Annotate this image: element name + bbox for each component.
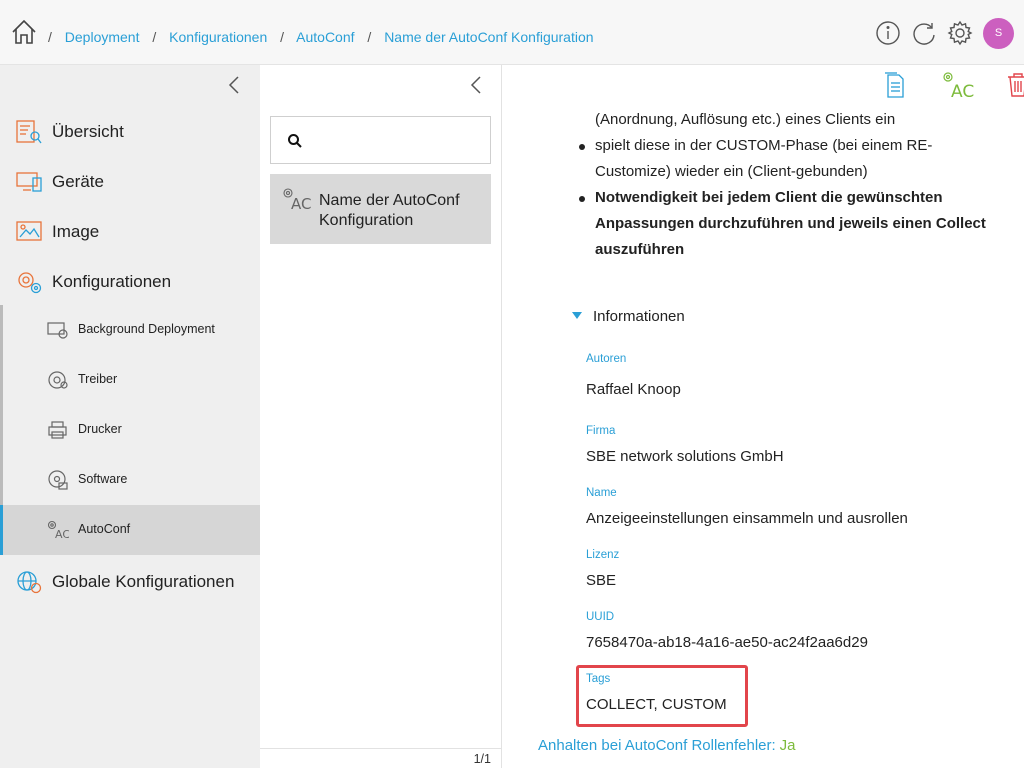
- trash-icon[interactable]: [1004, 71, 1024, 99]
- field-value-name: Anzeigeeinstellungen einsammeln und ausr…: [586, 510, 908, 527]
- sidebar-item-konfigurationen[interactable]: Konfigurationen: [0, 257, 260, 307]
- autoconf-icon: AC: [283, 188, 311, 213]
- bullet-dot: [579, 196, 585, 202]
- breadcrumb-current[interactable]: Name der AutoConf Konfiguration: [384, 29, 593, 45]
- sidebar-subitem-autoconf[interactable]: AC AutoConf: [0, 505, 260, 555]
- autoconf-run-icon[interactable]: AC: [942, 71, 976, 99]
- devices-icon: [16, 172, 42, 192]
- description-line: spielt diese in der CUSTOM-Phase (bei ei…: [579, 133, 1005, 159]
- gears-icon: [18, 272, 42, 294]
- driver-icon: [48, 371, 68, 389]
- field-value-tags: COLLECT, CUSTOM: [586, 696, 727, 713]
- search-box: [270, 116, 491, 164]
- home-icon[interactable]: [10, 18, 38, 46]
- sidebar-subitem-treiber[interactable]: Treiber: [0, 355, 260, 405]
- field-value-uuid: 7658470a-ab18-4a16-ae50-ac24f2aa6d29: [586, 634, 868, 651]
- informationen-toggle[interactable]: Informationen: [572, 308, 685, 325]
- list-item-label: Name der AutoConf Konfiguration: [319, 192, 460, 229]
- sidebar-subitem-software[interactable]: Software: [0, 455, 260, 505]
- description-line: Anpassungen durchzuführen und jeweils ei…: [595, 215, 986, 232]
- description-list: (Anordnung, Auflösung etc.) eines Client…: [579, 107, 1005, 263]
- field-label-firma: Firma: [586, 425, 616, 437]
- chevron-left-icon[interactable]: [468, 75, 484, 95]
- detail-panel: AC (Anordnung, Auflösung etc.) eines Cli…: [502, 65, 1024, 768]
- avatar[interactable]: S: [983, 17, 1014, 49]
- overview-icon: [16, 120, 42, 144]
- field-label-name: Name: [586, 487, 617, 499]
- list-footer: 1/1: [260, 748, 501, 768]
- svg-text:AC: AC: [291, 195, 311, 213]
- image-icon: [16, 221, 42, 241]
- header-actions: S: [875, 17, 1014, 49]
- software-icon: [48, 470, 68, 490]
- sidebar-item-geraete[interactable]: Geräte: [0, 157, 260, 207]
- sidebar-item-globale-konfigurationen[interactable]: Globale Konfigurationen: [0, 557, 260, 607]
- bullet-dot: [579, 144, 585, 150]
- field-value-firma: SBE network solutions GmbH: [586, 448, 784, 465]
- background-deployment-icon: [47, 322, 68, 339]
- breadcrumb-konfigurationen[interactable]: Konfigurationen: [169, 29, 267, 45]
- document-icon[interactable]: [880, 71, 908, 99]
- svg-text:AC: AC: [951, 82, 974, 99]
- caret-down-icon: [572, 311, 582, 319]
- sidebar-subitem-background-deployment[interactable]: Background Deployment: [0, 305, 260, 355]
- field-value-lizenz: SBE: [586, 572, 617, 589]
- field-label-uuid: UUID: [586, 611, 615, 623]
- description-line: Customize) wieder ein (Client-gebunden): [595, 163, 868, 180]
- field-value-autoren: Raffael Knoop: [586, 381, 681, 398]
- list-item[interactable]: AC Name der AutoConf Konfiguration: [270, 174, 491, 244]
- top-bar: / Deployment / Konfigurationen / AutoCon…: [0, 0, 1024, 65]
- description-line: auszuführen: [595, 241, 685, 258]
- autoconf-icon: AC: [47, 520, 69, 540]
- gear-icon[interactable]: [947, 20, 973, 46]
- sidebar: Übersicht Geräte Image Konfigurationen B…: [0, 65, 260, 768]
- svg-text:AC: AC: [55, 528, 69, 540]
- field-label-lizenz: Lizenz: [586, 549, 620, 561]
- pagination: 1/1: [473, 752, 491, 766]
- chevron-left-icon[interactable]: [226, 75, 242, 95]
- list-panel: AC Name der AutoConf Konfiguration 1/1: [260, 65, 502, 768]
- detail-toolbar: AC: [824, 65, 1024, 105]
- sidebar-item-image[interactable]: Image: [0, 207, 260, 257]
- search-input[interactable]: [311, 127, 481, 153]
- info-icon[interactable]: [875, 20, 901, 46]
- breadcrumb-deployment[interactable]: Deployment: [65, 29, 140, 45]
- sidebar-subitem-drucker[interactable]: Drucker: [0, 405, 260, 455]
- description-line: (Anordnung, Auflösung etc.) eines Client…: [595, 111, 896, 128]
- field-label-tags: Tags: [586, 673, 611, 685]
- refresh-icon[interactable]: [911, 20, 937, 46]
- breadcrumb-autoconf[interactable]: AutoConf: [296, 29, 354, 45]
- printer-icon: [48, 421, 67, 439]
- globe-gear-icon: [17, 571, 42, 594]
- sidebar-item-uebersicht[interactable]: Übersicht: [0, 107, 260, 157]
- field-label-autoren: Autoren: [586, 353, 627, 365]
- description-line: Notwendigkeit bei jedem Client die gewün…: [579, 185, 1005, 211]
- halt-on-error-setting: Anhalten bei AutoConf Rollenfehler: Ja: [538, 737, 796, 754]
- breadcrumb: / Deployment / Konfigurationen / AutoCon…: [48, 29, 594, 45]
- search-icon: [288, 134, 302, 148]
